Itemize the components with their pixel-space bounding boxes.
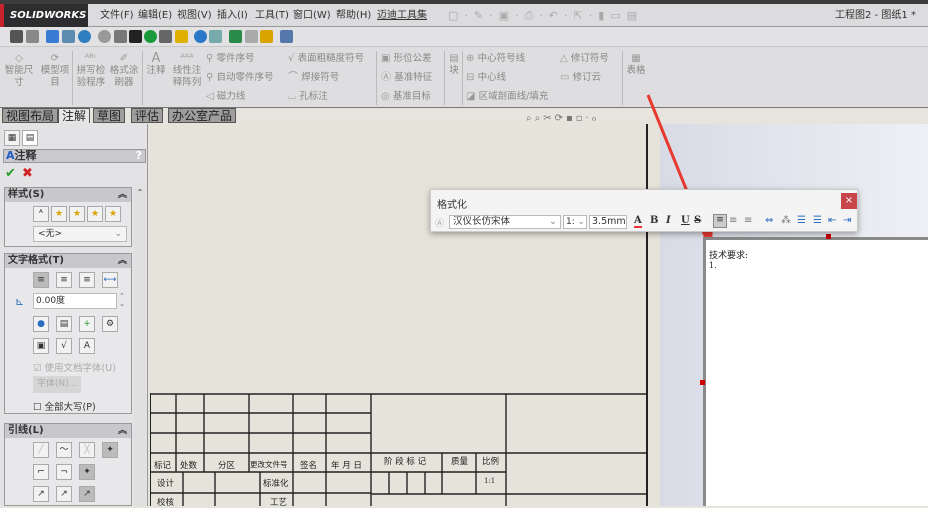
- fit-text-icon[interactable]: ⇔: [765, 215, 773, 226]
- tb-stage: 阶 段 标 记: [384, 457, 427, 467]
- numbered-list-icon[interactable]: ☰: [813, 215, 822, 226]
- tb-check: 校核: [157, 498, 175, 508]
- bold-button[interactable]: B: [650, 215, 658, 226]
- stack-icon[interactable]: ⁂: [781, 215, 791, 226]
- font-select[interactable]: 汉仪长仿宋体 ⌄: [449, 215, 561, 229]
- format-dialog-title: 格式化: [437, 200, 467, 211]
- chevron-down-icon: ⌄: [549, 216, 557, 227]
- tb-change-doc: 更改文件号: [250, 460, 288, 469]
- tb-design: 设计: [157, 479, 175, 489]
- tb-zone: 分区: [218, 461, 236, 471]
- note-line-2[interactable]: 1.: [709, 261, 717, 270]
- strikethrough-button[interactable]: S: [694, 215, 701, 226]
- decrease-indent-icon[interactable]: ⇤: [828, 215, 836, 226]
- font-icon: Ⓐ: [435, 219, 445, 229]
- underline-button[interactable]: U: [681, 215, 690, 226]
- resize-handle[interactable]: [826, 234, 831, 239]
- tb-process: 工艺: [270, 498, 288, 508]
- tb-scale-value: 1:1: [484, 477, 496, 485]
- align-left-icon[interactable]: ≡: [713, 214, 727, 228]
- tb-signature: 签名: [300, 461, 318, 471]
- italic-button[interactable]: I: [666, 215, 671, 226]
- size-select[interactable]: 1: ⌄: [563, 215, 587, 229]
- tb-scale: 比例: [482, 457, 500, 467]
- bullet-list-icon[interactable]: ☰: [797, 215, 806, 226]
- close-button[interactable]: ×: [841, 193, 857, 209]
- align-center-icon[interactable]: ≡: [729, 215, 737, 226]
- tb-date: 年 月 日: [331, 461, 362, 471]
- increase-indent-icon[interactable]: ⇥: [843, 215, 851, 226]
- tb-mark: 标记: [154, 461, 172, 471]
- note-text-box[interactable]: 技术要求: 1.: [703, 237, 928, 506]
- tb-standardization: 标准化: [263, 479, 289, 489]
- tb-count: 处数: [180, 461, 198, 471]
- align-right-icon[interactable]: ≡: [744, 215, 752, 226]
- height-input[interactable]: 3.5mm: [589, 215, 627, 229]
- font-color-button[interactable]: A: [634, 215, 642, 228]
- note-line-1[interactable]: 技术要求:: [709, 248, 748, 261]
- resize-handle[interactable]: [700, 380, 705, 385]
- format-dialog: 格式化 × Ⓐ 汉仪长仿宋体 ⌄ 1: ⌄ 3.5mm A B I U S ≡ ≡ …: [430, 189, 858, 232]
- tb-mass: 质量: [451, 457, 469, 467]
- chevron-down-icon: ⌄: [577, 217, 585, 227]
